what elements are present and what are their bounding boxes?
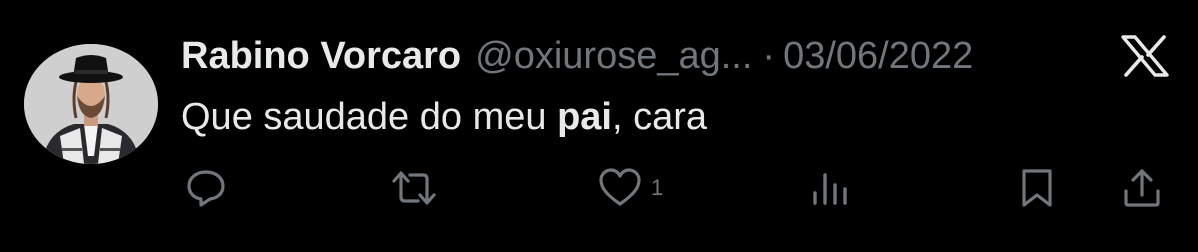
retweet-icon [392,171,436,205]
user-handle[interactable]: @oxiurose_ag... [475,30,752,82]
tweet-card[interactable]: Rabino Vorcaro @oxiurose_ag... · 03/06/2… [0,0,1198,252]
reply-icon [187,170,225,207]
heart-icon [599,168,641,206]
bookmark-button[interactable] [1018,166,1056,210]
tweet-date[interactable]: 03/06/2022 [783,30,973,82]
share-icon [1124,169,1160,207]
retweet-button[interactable] [388,166,440,210]
avatar[interactable] [24,44,158,164]
action-bar: 1 [0,166,1198,210]
tweet-text: Que saudade do meu pai, cara [181,92,707,142]
tweet-header: Rabino Vorcaro @oxiurose_ag... · 03/06/2… [181,30,973,82]
avatar-image [24,44,158,164]
share-button[interactable] [1121,166,1163,210]
like-count: 1 [651,175,664,200]
like-button[interactable]: 1 [597,166,663,210]
views-icon [813,173,847,205]
x-logo-icon [1120,35,1170,77]
separator-dot: · [762,35,776,77]
views-button[interactable] [810,166,850,210]
bookmark-icon [1022,169,1052,207]
display-name[interactable]: Rabino Vorcaro [181,30,461,82]
tweet-text-end: , cara [611,96,708,138]
tweet-text-start: Que saudade do meu [181,96,558,138]
reply-button[interactable] [185,166,227,210]
tweet-text-bold: pai [557,96,612,138]
